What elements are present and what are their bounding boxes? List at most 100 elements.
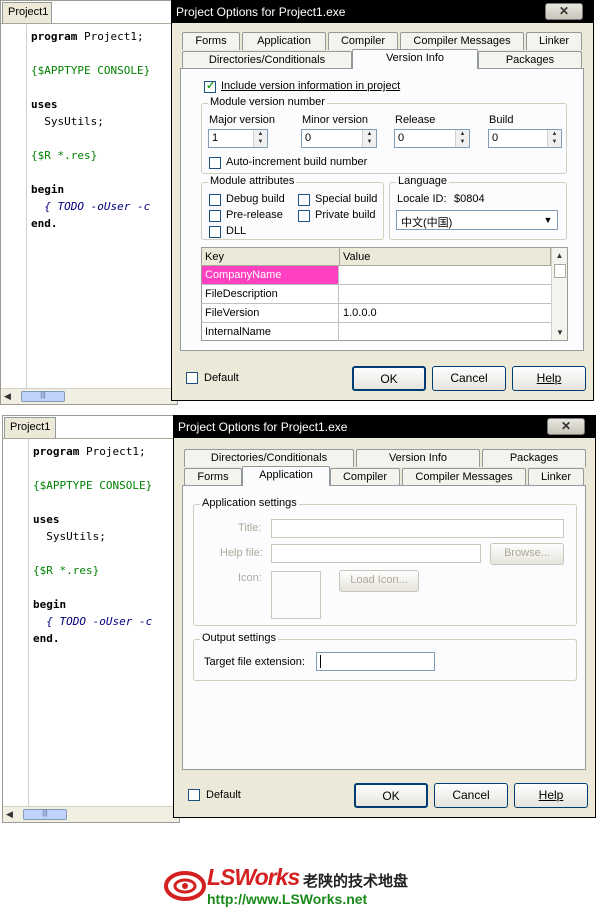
grid-header-key: Key [202,248,340,266]
build-stepper[interactable]: 0 ▲ ▼ [488,129,562,148]
tab-application[interactable]: Application [242,466,330,486]
spin-arrows-icon[interactable]: ▲ ▼ [547,130,561,147]
brand-url: http://www.LSWorks.net [207,891,368,907]
major-version-stepper[interactable]: 1 ▲ ▼ [208,129,268,148]
chevron-down-icon[interactable]: ▼ [540,212,556,228]
tab-version-info[interactable]: Version Info [356,449,480,467]
grid-header-value: Value [340,248,551,266]
ok-button[interactable]: OK [352,366,426,391]
application-panel: Application settings Title: Help file: B… [182,485,586,770]
tab-linker[interactable]: Linker [526,32,582,50]
module-attributes-group: Module attributes Debug build Pre-releas… [201,175,384,240]
row-key[interactable]: FileVersion [202,304,339,322]
auto-increment-label: Auto-increment build number [226,156,368,168]
table-row[interactable]: CompanyName [202,266,551,285]
scroll-thumb[interactable] [553,264,566,278]
tab-linker[interactable]: Linker [528,468,584,486]
row-value[interactable]: 1.0.0.0 [340,304,380,322]
version-info-grid[interactable]: Key Value CompanyName FileDescription Fi… [201,247,568,341]
row-key-selected[interactable]: CompanyName [202,266,339,284]
tab-directories-conditionals[interactable]: Directories/Conditionals [184,449,354,467]
tab-compiler-messages[interactable]: Compiler Messages [402,468,526,486]
scroll-up-icon[interactable]: ▲ [552,251,567,260]
row-value[interactable] [340,323,346,329]
grid-vertical-scrollbar[interactable]: ▲ ▼ [551,248,567,340]
spin-arrows-icon[interactable]: ▲ ▼ [362,130,376,147]
swirl-logo-icon [164,871,206,901]
help-file-input[interactable] [271,544,481,563]
module-version-group: Module version number Major version 1 ▲ ▼ … [201,96,567,174]
debug-build-checkbox[interactable] [209,194,221,206]
scroll-left-icon[interactable]: ◀ [6,809,13,820]
language-select[interactable]: 中文(中国) ▼ [396,210,558,230]
close-button[interactable]: ✕ [545,3,583,20]
project-options-dialog-bottom: Project Options for Project1.exe ✕ Direc… [173,415,596,818]
target-file-extension-input[interactable] [316,652,435,671]
auto-increment-checkbox[interactable] [209,157,221,169]
cancel-button[interactable]: Cancel [432,366,506,391]
title-input[interactable] [271,519,564,538]
scroll-thumb[interactable]: ||| [23,809,67,820]
pre-release-checkbox[interactable] [209,210,221,222]
horizontal-scrollbar[interactable]: ◀ ||| [1,388,177,404]
private-build-label: Private build [315,209,376,221]
dll-checkbox[interactable] [209,226,221,238]
tab-packages[interactable]: Packages [478,51,582,69]
browse-button[interactable]: Browse... [490,543,564,565]
tab-forms[interactable]: Forms [184,468,242,486]
tab-compiler-messages[interactable]: Compiler Messages [400,32,524,50]
tab-version-info[interactable]: Version Info [352,49,478,69]
include-version-checkbox[interactable] [204,79,216,93]
spin-arrows-icon[interactable]: ▲ ▼ [455,130,469,147]
row-value[interactable] [340,285,346,291]
release-stepper[interactable]: 0 ▲ ▼ [394,129,470,148]
code-line: SysUtils; [33,530,106,543]
horizontal-scrollbar[interactable]: ◀ ||| [3,806,179,822]
close-button[interactable]: ✕ [547,418,585,435]
help-button[interactable]: Help [512,366,586,391]
default-checkbox[interactable] [186,372,198,384]
dialog-title-bar[interactable]: Project Options for Project1.exe [174,416,595,438]
scroll-down-icon[interactable]: ▼ [556,328,564,337]
tab-directories-conditionals[interactable]: Directories/Conditionals [182,51,352,69]
ok-button[interactable]: OK [354,783,428,808]
row-key[interactable]: FileDescription [202,285,339,303]
default-checkbox[interactable] [188,789,200,801]
code-line: {$APPTYPE CONSOLE} [33,479,153,492]
group-title: Module attributes [208,175,297,187]
dialog-title-bar[interactable]: Project Options for Project1.exe [172,1,593,23]
load-icon-button[interactable]: Load Icon... [339,570,419,592]
tab-compiler[interactable]: Compiler [330,468,400,486]
cancel-button[interactable]: Cancel [434,783,508,808]
tab-forms[interactable]: Forms [182,32,240,50]
group-title: Application settings [200,497,299,509]
table-row[interactable]: InternalName [202,323,551,342]
help-button[interactable]: Help [514,783,588,808]
private-build-checkbox[interactable] [298,210,310,222]
code-line: SysUtils; [31,115,104,128]
release-label: Release [395,114,436,126]
table-row[interactable]: FileDescription [202,285,551,304]
tab-compiler[interactable]: Compiler [328,32,398,50]
code-line: program Project1; [31,30,144,43]
code-editor-bottom[interactable]: Project1 program Project1; {$APPTYPE CON… [2,415,180,823]
scroll-thumb[interactable]: ||| [21,391,65,402]
spin-arrows-icon[interactable]: ▲ ▼ [253,130,267,147]
code-line: end. [33,632,60,645]
minor-version-stepper[interactable]: 0 ▲ ▼ [301,129,377,148]
code-area[interactable]: program Project1; {$APPTYPE CONSOLE} use… [3,438,179,806]
version-info-panel: Include version information in project M… [180,68,584,351]
editor-tab-project1[interactable]: Project1 [2,2,52,23]
scroll-left-icon[interactable]: ◀ [4,391,11,402]
tab-application[interactable]: Application [242,32,326,50]
editor-gutter [1,24,27,388]
code-editor-top[interactable]: Project1 program Project1; {$APPTYPE CON… [0,0,178,405]
code-area[interactable]: program Project1; {$APPTYPE CONSOLE} use… [1,23,177,388]
tab-packages[interactable]: Packages [482,449,586,467]
editor-tab-project1[interactable]: Project1 [4,417,56,438]
special-build-checkbox[interactable] [298,194,310,206]
code-line: {$R *.res} [33,564,100,577]
row-value[interactable] [340,266,346,272]
row-key[interactable]: InternalName [202,323,339,341]
table-row[interactable]: FileVersion 1.0.0.0 [202,304,551,323]
